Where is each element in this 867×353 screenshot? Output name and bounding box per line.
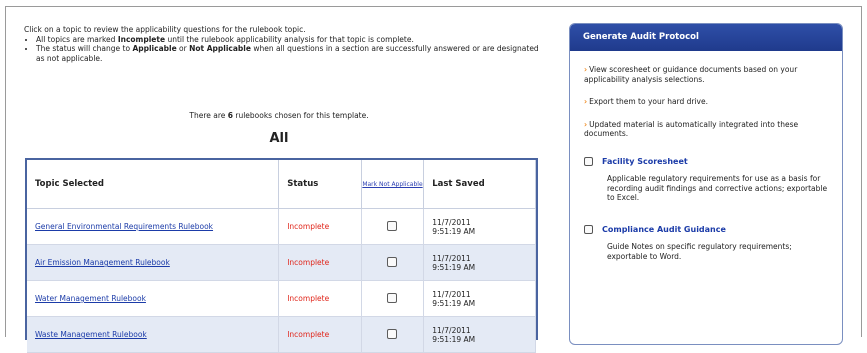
topic-link[interactable]: Waste Management Rulebook <box>35 330 147 339</box>
status-cell: Incomplete <box>278 280 362 317</box>
instructions-bullet-incomplete: All topics are marked Incomplete until t… <box>36 35 544 44</box>
last-saved-cell: 11/7/2011 9:51:19 AM <box>423 316 536 353</box>
panel-bullet: › Export them to your hard drive. <box>584 97 828 107</box>
topic-link[interactable]: Air Emission Management Rulebook <box>35 258 170 267</box>
arrow-icon: › <box>584 119 588 129</box>
header-status: Status <box>278 160 362 209</box>
panel-bullet-text: Export them to your hard drive. <box>589 97 708 106</box>
topics-table: Topic Selected Status Mark Not Applicabl… <box>25 158 538 353</box>
panel-title: Generate Audit Protocol <box>570 24 842 51</box>
last-saved-cell: 11/7/2011 9:51:19 AM <box>423 280 536 317</box>
option-description: Applicable regulatory requirements for u… <box>607 174 828 202</box>
generate-audit-protocol-panel: Generate Audit Protocol › View scoresheet… <box>569 23 843 345</box>
bullet-text: until the rulebook applicability analysi… <box>165 35 414 45</box>
topic-link[interactable]: General Environmental Requirements Ruleb… <box>35 222 213 231</box>
panel-bullet-text: Updated material is automatically integr… <box>584 119 799 139</box>
not-applicable-checkbox[interactable] <box>387 328 398 339</box>
option-description: Guide Notes on specific regulatory requi… <box>607 242 792 261</box>
panel-bullet: › View scoresheet or guidance documents b… <box>584 65 828 84</box>
table-row: Air Emission Management Rulebook Incompl… <box>27 244 536 281</box>
header-topic: Topic Selected <box>27 160 280 209</box>
last-saved-time: 9:51:19 AM <box>432 334 476 344</box>
last-saved-time: 9:51:19 AM <box>432 262 476 272</box>
not-applicable-checkbox[interactable] <box>387 220 398 231</box>
not-applicable-checkbox[interactable] <box>387 256 398 267</box>
compliance-audit-guidance-option: Compliance Audit Guidance Guide Notes on… <box>584 225 828 262</box>
arrow-icon: › <box>584 65 588 74</box>
panel-bullet-text: View scoresheet or guidance documents ba… <box>584 65 798 84</box>
last-saved-date: 11/7/2011 <box>432 217 471 227</box>
table-row: Water Management Rulebook Incomplete 11/… <box>27 280 536 317</box>
table-row: General Environmental Requirements Ruleb… <box>27 208 536 245</box>
last-saved-cell: 11/7/2011 9:51:19 AM <box>423 244 536 281</box>
last-saved-date: 11/7/2011 <box>432 289 471 299</box>
last-saved-time: 9:51:19 AM <box>432 226 476 236</box>
facility-scoresheet-label: Facility Scoresheet <box>584 157 828 167</box>
bullet-bold-incomplete: Incomplete <box>117 35 166 45</box>
header-mark-not-applicable: Mark Not Applicable <box>361 160 425 209</box>
facility-scoresheet-checkbox[interactable] <box>584 156 593 166</box>
last-saved-time: 9:51:19 AM <box>432 298 476 308</box>
last-saved-date: 11/7/2011 <box>432 253 471 263</box>
last-saved-date: 11/7/2011 <box>432 325 471 335</box>
option-title: Facility Scoresheet <box>602 156 688 166</box>
bullet-text: All topics are marked <box>36 35 118 45</box>
status-cell: Incomplete <box>278 316 362 353</box>
instructions-lead: Click on a topic to review the applicabi… <box>24 25 306 34</box>
compliance-audit-guidance-checkbox[interactable] <box>584 224 593 234</box>
table-row: Waste Management Rulebook Incomplete 11/… <box>27 316 536 353</box>
panel-bullet: › Updated material is automatically integ… <box>584 120 828 139</box>
option-title: Compliance Audit Guidance <box>602 224 726 234</box>
bullet-bold-applicable: Applicable <box>132 44 177 54</box>
bullet-text: The status will change to <box>36 44 133 54</box>
count-text: rulebooks chosen for this template. <box>232 111 369 120</box>
bullet-text: or <box>176 44 190 54</box>
facility-scoresheet-option: Facility Scoresheet Applicable regulator… <box>584 157 828 203</box>
instructions-bullet-status: The status will change to Applicable or … <box>36 44 544 62</box>
compliance-audit-guidance-label: Compliance Audit Guidance <box>584 225 828 235</box>
instructions-list: All topics are marked Incomplete until t… <box>24 35 544 63</box>
last-saved-cell: 11/7/2011 9:51:19 AM <box>423 208 536 245</box>
status-cell: Incomplete <box>278 244 362 281</box>
filter-title: All <box>269 131 289 146</box>
bullet-bold-not-applicable: Not Applicable <box>189 44 251 54</box>
header-last-saved: Last Saved <box>423 160 536 209</box>
mark-not-applicable-link[interactable]: Mark Not Applicable <box>362 181 422 188</box>
instructions: Click on a topic to review the applicabi… <box>24 25 544 63</box>
panel-body: › View scoresheet or guidance documents b… <box>570 51 842 261</box>
topic-link[interactable]: Water Management Rulebook <box>35 294 146 303</box>
not-applicable-checkbox[interactable] <box>387 292 398 303</box>
arrow-icon: › <box>584 97 588 106</box>
status-cell: Incomplete <box>278 208 362 245</box>
count-text: There are <box>189 111 228 120</box>
rulebook-count-line: There are 6 rulebooks chosen for this te… <box>24 111 534 120</box>
table-header-row: Topic Selected Status Mark Not Applicabl… <box>27 160 536 209</box>
